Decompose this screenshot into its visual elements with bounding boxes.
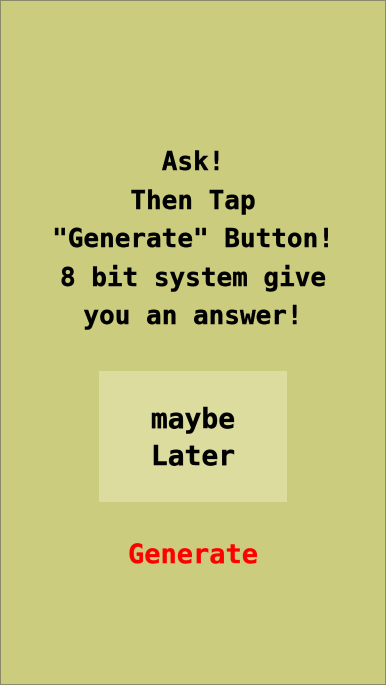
instruction-line-3: "Generate" Button! bbox=[52, 224, 334, 254]
generate-button[interactable]: Generate bbox=[93, 535, 293, 575]
answer-box: maybe Later bbox=[99, 371, 287, 502]
instruction-line-1: Ask! bbox=[161, 147, 225, 177]
answer-line-1: maybe bbox=[150, 401, 236, 435]
instruction-line-5: you an answer! bbox=[83, 301, 303, 331]
instruction-line-4: 8 bit system give bbox=[59, 262, 327, 293]
instruction-line-2: Then Tap bbox=[130, 185, 256, 216]
instructions-text: Ask! Then Tap "Generate" Button! 8 bit s… bbox=[1, 143, 385, 336]
answer-line-2: Later bbox=[150, 438, 236, 472]
app-screen: Ask! Then Tap "Generate" Button! 8 bit s… bbox=[0, 0, 386, 685]
